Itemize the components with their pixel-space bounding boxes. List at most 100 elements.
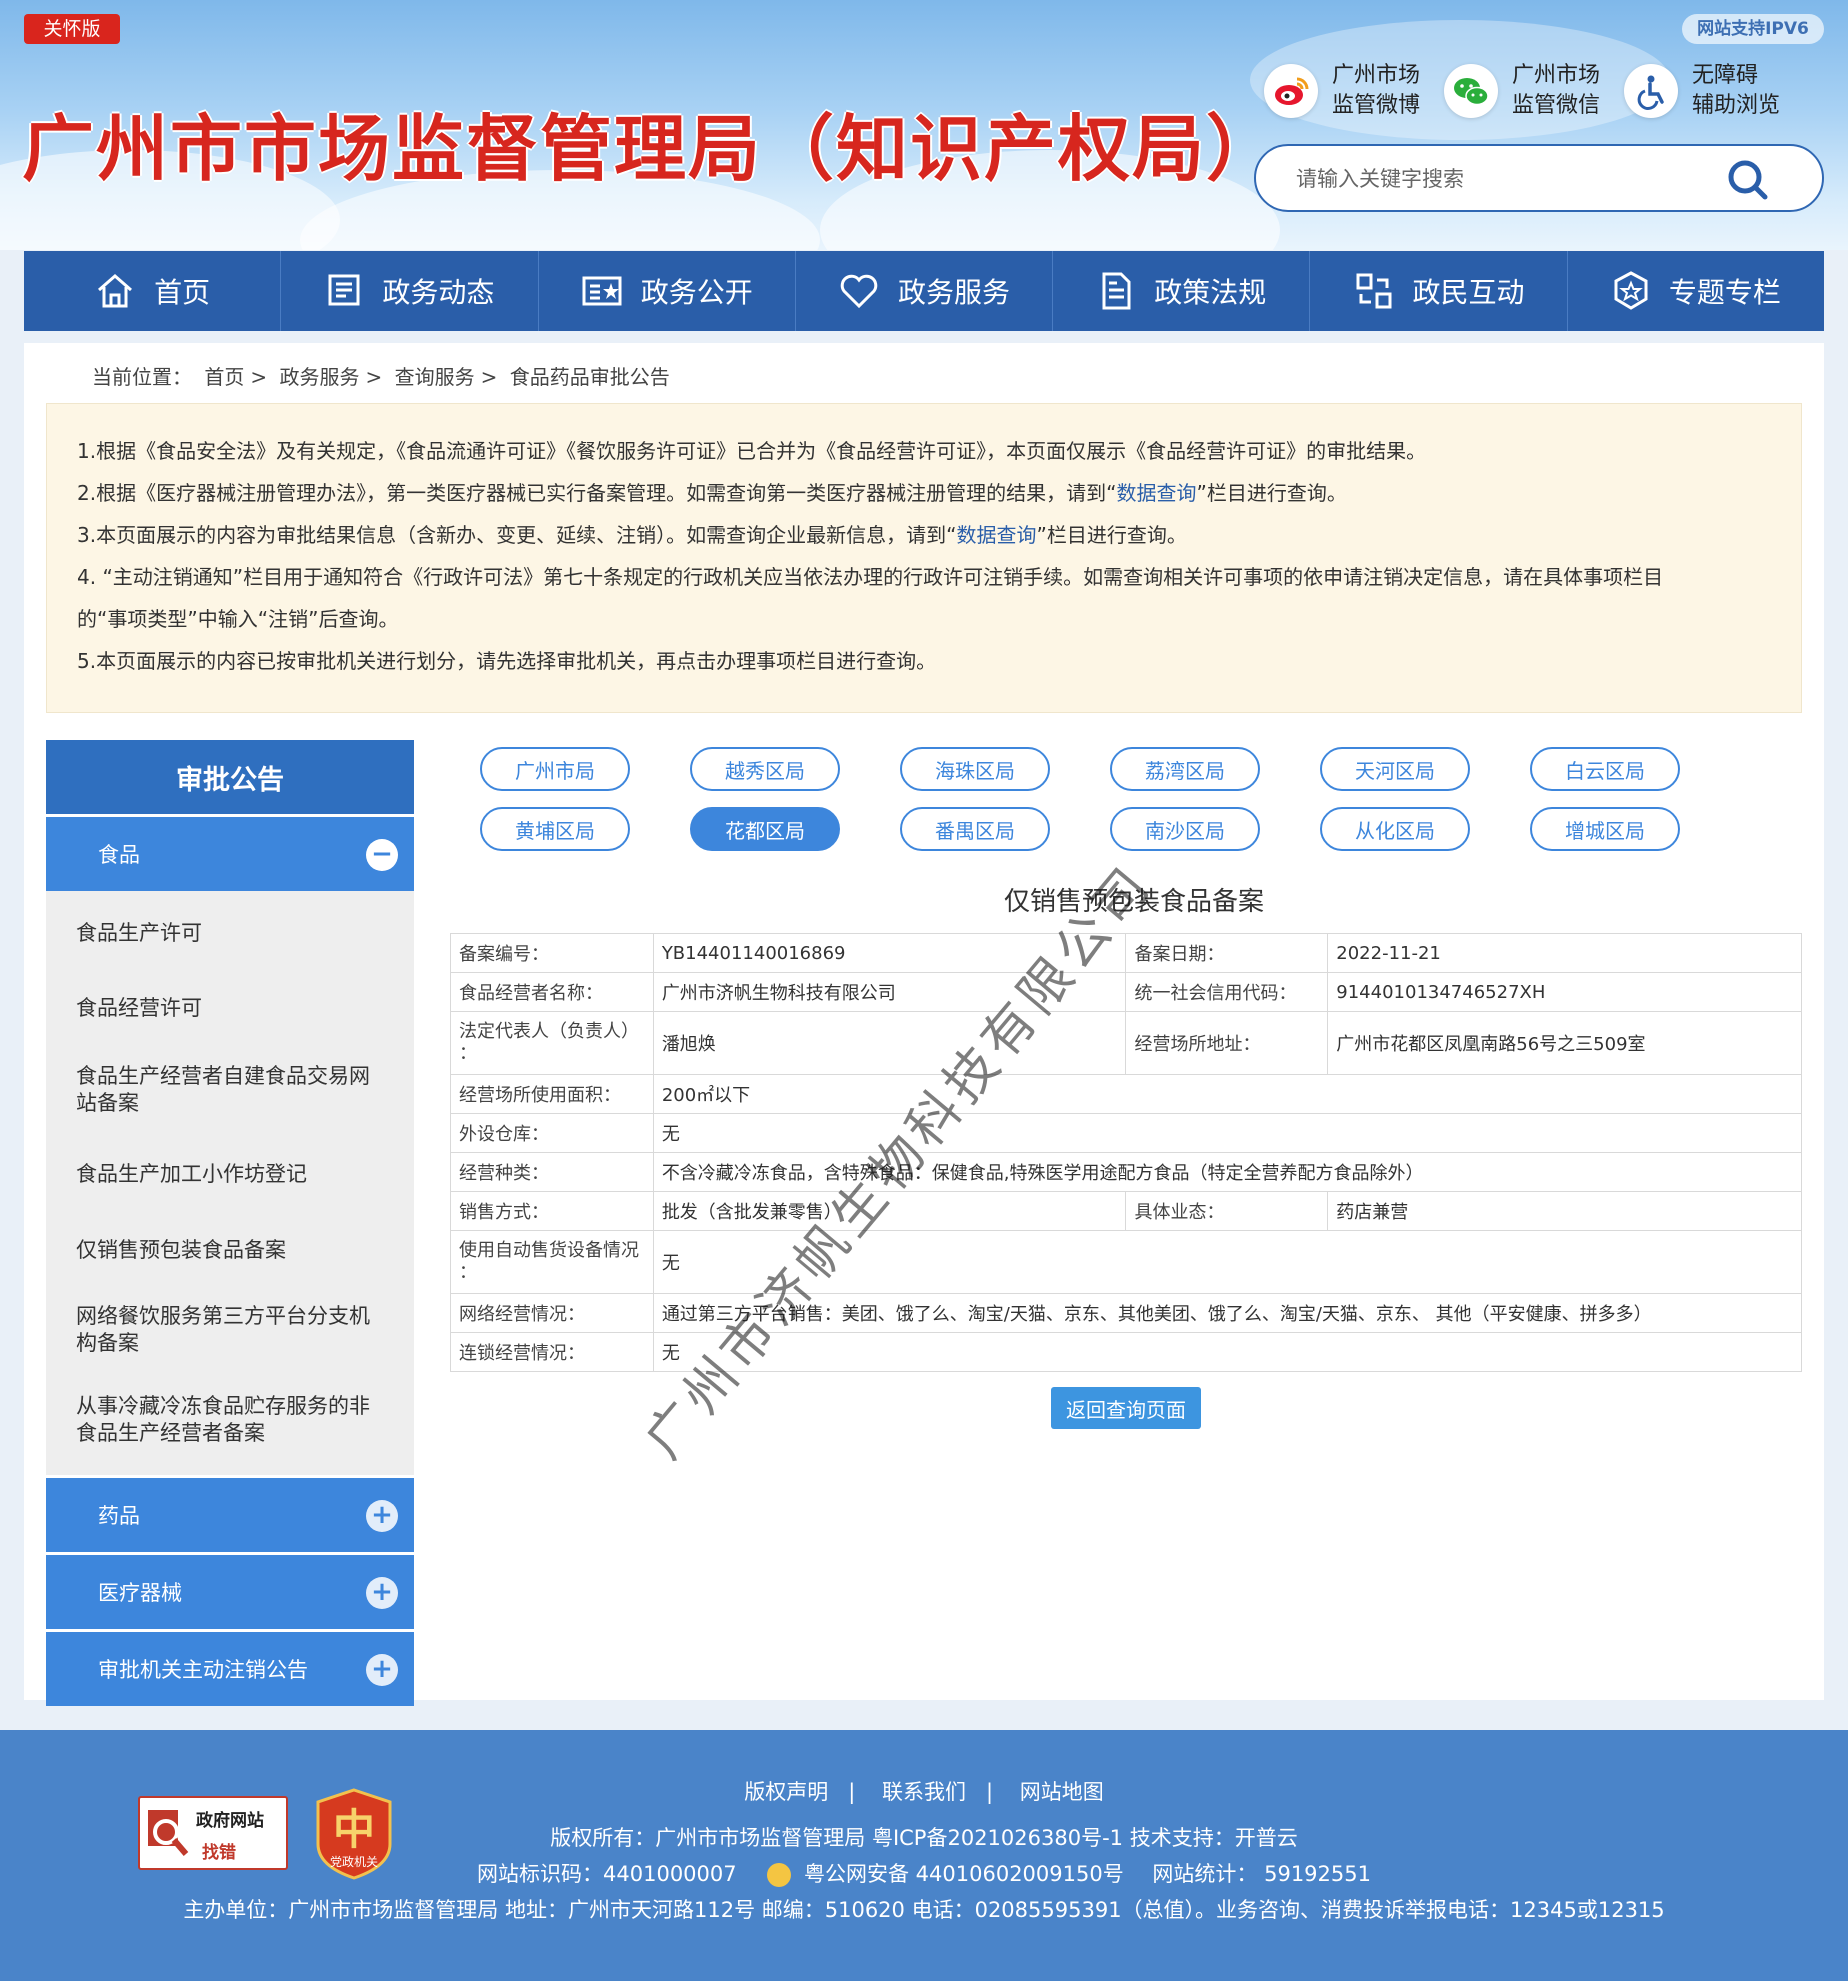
- warehouse-value: 无: [652, 1113, 1803, 1153]
- region-panyu[interactable]: 番禺区局: [900, 807, 1050, 851]
- breadcrumb-sep: >: [250, 365, 268, 389]
- nav-policy[interactable]: 政策法规: [1053, 251, 1311, 331]
- region-conghua[interactable]: 从化区局: [1320, 807, 1470, 851]
- nav-service[interactable]: 政务服务: [796, 251, 1054, 331]
- sidebar-item-cold-storage[interactable]: 从事冷藏冷冻食品贮存服务的非食品生产经营者备案: [46, 1379, 414, 1461]
- sidebar-item-food-business[interactable]: 食品经营许可: [46, 965, 414, 1051]
- footer-link-contact[interactable]: 联系我们: [882, 1780, 966, 1804]
- warehouse-label: 外设仓库：: [450, 1113, 654, 1153]
- nav-home[interactable]: 首页: [24, 251, 282, 331]
- sidebar-cat-label: 医疗器械: [98, 1581, 182, 1605]
- footer-sep: |: [986, 1780, 994, 1804]
- sidebar-cat-label: 药品: [98, 1504, 140, 1528]
- chain-label: 连锁经营情况：: [450, 1332, 654, 1372]
- table-row: 连锁经营情况： 无: [450, 1332, 1803, 1372]
- accessibility-link[interactable]: 无障碍 辅助浏览: [1624, 58, 1792, 124]
- expand-icon[interactable]: +: [366, 1577, 398, 1609]
- sidebar-cat-food[interactable]: 食品 −: [46, 817, 414, 891]
- sidebar-cat-label: 审批机关主动注销公告: [98, 1658, 308, 1682]
- region-guangzhou[interactable]: 广州市局: [480, 747, 630, 791]
- sidebar-item-catering-platform[interactable]: 网络餐饮服务第三方平台分支机构备案: [46, 1281, 414, 1379]
- expand-icon[interactable]: +: [366, 1500, 398, 1532]
- region-tianhe[interactable]: 天河区局: [1320, 747, 1470, 791]
- interact-icon: [1356, 273, 1392, 309]
- filing-no-value: YB14401140016869: [652, 933, 1127, 973]
- sidebar-item-self-built-site[interactable]: 食品生产经营者自建食品交易网站备案: [46, 1051, 414, 1129]
- search-icon[interactable]: [1724, 156, 1772, 204]
- notice-line-4b: 的“事项类型”中输入“注销”后查询。: [77, 607, 399, 631]
- business-label: 具体业态：: [1125, 1191, 1329, 1231]
- data-query-link[interactable]: 数据查询: [1116, 481, 1196, 505]
- nav-public-label: 政务公开: [640, 276, 753, 309]
- collapse-icon[interactable]: −: [366, 839, 398, 871]
- breadcrumb-item-query[interactable]: 查询服务: [395, 365, 475, 389]
- star-badge-icon: [1614, 271, 1648, 310]
- region-huangpu[interactable]: 黄埔区局: [480, 807, 630, 851]
- nav-public[interactable]: 政务公开: [539, 251, 796, 331]
- expand-icon[interactable]: +: [366, 1654, 398, 1686]
- filing-no-label: 备案编号：: [450, 933, 654, 973]
- care-mode-button[interactable]: 关怀版: [24, 14, 120, 44]
- nav-policy-label: 政策法规: [1154, 276, 1267, 309]
- weibo-link[interactable]: 广州市场 监管微博: [1264, 58, 1432, 124]
- sidebar-item-food-production[interactable]: 食品生产许可: [46, 901, 414, 965]
- wechat-icon: [1444, 64, 1498, 118]
- footer-site-id: 网站标识码：4401000007: [477, 1862, 737, 1886]
- region-nansha[interactable]: 南沙区局: [1110, 807, 1260, 851]
- address-label: 经营场所地址：: [1125, 1011, 1329, 1075]
- table-row: 使用自动售货设备情况： 无: [450, 1230, 1803, 1294]
- operator-value: 广州市济帆生物科技有限公司: [652, 972, 1127, 1012]
- table-row: 备案编号： YB14401140016869 备案日期： 2022-11-21: [450, 933, 1802, 973]
- breadcrumb-item-home[interactable]: 首页: [204, 365, 244, 389]
- notice-line-4: 4. “主动注销通知”栏目用于通知符合《行政许可法》第七十条规定的行政机关应当依…: [77, 565, 1664, 589]
- region-baiyun[interactable]: 白云区局: [1530, 747, 1680, 791]
- sidebar-item-workshop[interactable]: 食品生产加工小作坊登记: [46, 1129, 414, 1219]
- breadcrumb-item-service[interactable]: 政务服务: [279, 365, 359, 389]
- sidebar-cat-cancellation[interactable]: 审批机关主动注销公告 +: [46, 1632, 414, 1706]
- footer-police[interactable]: 粤公网安备 44010602009150号: [804, 1862, 1124, 1886]
- main-content: 当前位置： 首页 > 政务服务 > 查询服务 > 食品药品审批公告 1.根据《食品安全…: [24, 343, 1824, 1706]
- footer-link-sitemap[interactable]: 网站地图: [1020, 1780, 1104, 1804]
- nav-special[interactable]: 专题专栏: [1568, 251, 1824, 331]
- breadcrumb-sep: >: [480, 365, 498, 389]
- record-title: 仅销售预包装食品备案: [1003, 887, 1264, 917]
- footer-link-copyright[interactable]: 版权声明: [744, 1780, 828, 1804]
- sidebar-cat-device[interactable]: 医疗器械 +: [46, 1555, 414, 1629]
- footer-sep: |: [848, 1780, 856, 1804]
- document-icon: [1102, 272, 1131, 310]
- data-query-link[interactable]: 数据查询: [956, 523, 1036, 547]
- business-value: 药店兼营: [1327, 1191, 1802, 1231]
- notice-line-1: 1.根据《食品安全法》及有关规定，《食品流通许可证》《餐饮服务许可证》已合并为《…: [77, 439, 1427, 463]
- sales-label: 销售方式：: [450, 1191, 654, 1231]
- wechat-link[interactable]: 广州市场 监管微信: [1444, 58, 1612, 124]
- accessibility-icon: [1624, 64, 1678, 118]
- area-label: 经营场所使用面积：: [450, 1074, 654, 1114]
- region-zengcheng[interactable]: 增城区局: [1530, 807, 1680, 851]
- footer-copyright: 版权所有：广州市市场监督管理局 粤ICP备2021026380号-1 技术支持：…: [550, 1826, 1298, 1850]
- sidebar-cat-drug[interactable]: 药品 +: [46, 1478, 414, 1552]
- region-haizhu[interactable]: 海珠区局: [900, 747, 1050, 791]
- site-footer: 政府网站 找错 中 党政机关 版权声明 | 联系我们 | 网站地图 版权所有：广州市…: [0, 1730, 1848, 1981]
- address-value: 广州市花都区凤凰南路56号之三509室: [1327, 1011, 1802, 1075]
- back-to-query-button[interactable]: 返回查询页面: [1051, 1387, 1201, 1429]
- notice-line-3: 3.本页面展示的内容为审批结果信息（含新办、变更、延续、注销）。如需查询企业最新…: [77, 523, 1187, 547]
- region-huadu[interactable]: 花都区局: [690, 807, 840, 851]
- search-input[interactable]: [1296, 162, 1716, 196]
- nav-interact-label: 政民互动: [1412, 276, 1525, 309]
- record-table: 备案编号： YB14401140016869 备案日期： 2022-11-21 …: [450, 933, 1803, 1372]
- breadcrumb-item-current[interactable]: 食品药品审批公告: [510, 365, 670, 389]
- nav-news[interactable]: 政务动态: [281, 251, 539, 331]
- home-icon: [98, 274, 133, 308]
- sidebar-title: 审批公告: [46, 740, 414, 814]
- table-row: 食品经营者名称： 广州市济帆生物科技有限公司 统一社会信用代码： 9144010…: [450, 972, 1802, 1012]
- nav-interact[interactable]: 政民互动: [1310, 251, 1568, 331]
- region-liwan[interactable]: 荔湾区局: [1110, 747, 1260, 791]
- breadcrumb: 当前位置： 首页 > 政务服务 > 查询服务 > 食品药品审批公告: [92, 361, 676, 390]
- filing-date-value: 2022-11-21: [1327, 933, 1802, 973]
- region-yuexiu[interactable]: 越秀区局: [690, 747, 840, 791]
- sidebar-item-prepackaged[interactable]: 仅销售预包装食品备案: [46, 1219, 414, 1281]
- sales-value: 批发（含批发兼零售）: [652, 1191, 1127, 1231]
- table-row: 经营场所使用面积： 200㎡以下: [450, 1074, 1803, 1114]
- weibo-line1: 广州市场: [1332, 63, 1421, 88]
- weibo-icon: [1264, 64, 1318, 118]
